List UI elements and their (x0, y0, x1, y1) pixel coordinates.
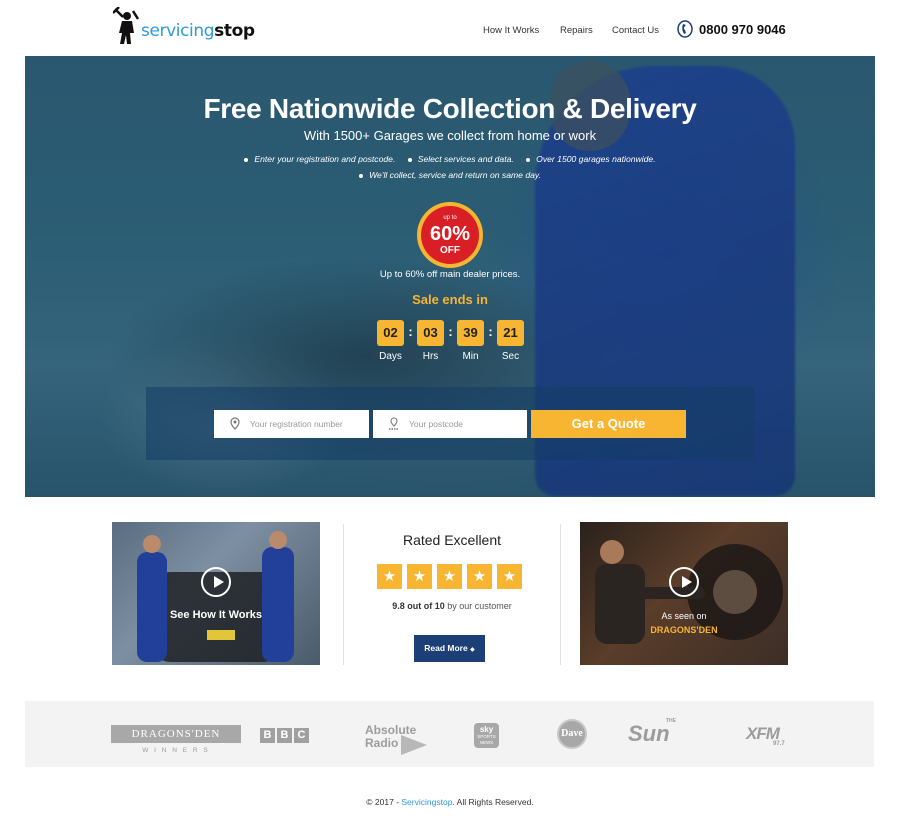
postcode-input[interactable]: Your postcode (373, 410, 527, 438)
get-quote-button[interactable]: Get a Quote (531, 410, 686, 438)
nav-repairs[interactable]: Repairs (560, 25, 593, 36)
rating-stars: ★ ★ ★ ★ ★ (377, 564, 527, 589)
postcode-placeholder: Your postcode (409, 419, 464, 429)
the-sun-logo: THE Sun (628, 718, 676, 746)
countdown-seconds: 21 Sec (497, 320, 524, 362)
press-logos-strip: DRAGONS'DEN W I N N E R S B B C Absolute… (25, 701, 874, 767)
rated-title: Rated Excellent (402, 532, 502, 548)
logo-wordmark: servicingstop (141, 21, 255, 41)
countdown-minutes-value: 39 (457, 320, 484, 346)
star-icon: ★ (437, 564, 462, 589)
see-how-it-works-caption: See How It Works (169, 609, 263, 621)
countdown-separator: : (488, 324, 493, 339)
site-header: servicingstop How It Works Repairs Conta… (0, 0, 900, 56)
how-it-works-video[interactable]: See How It Works (112, 522, 320, 665)
absolute-radio-logo: Absolute Radio (365, 723, 427, 755)
countdown-hours-label: Hrs (422, 351, 439, 362)
badge-up-to: up to (443, 215, 457, 221)
sky-sports-news-logo: sky SPORTS NEWS (474, 723, 499, 748)
nav-contact-us[interactable]: Contact Us (612, 25, 659, 36)
mechanic-logo-icon (113, 7, 139, 44)
footer-link[interactable]: Servicingstop (401, 797, 452, 807)
as-seen-on-caption: As seen on (661, 611, 707, 621)
dragons-den-caption: DRAGONS'DEN (650, 625, 718, 635)
play-icon (669, 567, 699, 597)
dave-logo: Dave (557, 719, 587, 749)
registration-input[interactable]: Your registration number (214, 410, 369, 438)
map-marker-icon (389, 417, 399, 430)
star-icon: ★ (497, 564, 522, 589)
countdown-hours-value: 03 (417, 320, 444, 346)
countdown-timer: 02 Days : 03 Hrs : 39 Min : 21 Sec (377, 320, 524, 362)
hero-section: Free Nationwide Collection & Delivery Wi… (25, 56, 875, 497)
price-note: Up to 60% off main dealer prices. (379, 269, 521, 280)
rating-score: 9.8 out of 10 by our customer (392, 601, 512, 611)
registration-placeholder: Your registration number (250, 419, 343, 429)
countdown-days: 02 Days (377, 320, 404, 362)
countdown-days-value: 02 (377, 320, 404, 346)
badge-off: OFF (440, 245, 460, 256)
bullet-item: We'll collect, service and return on sam… (359, 170, 541, 180)
countdown-hours: 03 Hrs (417, 320, 444, 362)
star-icon: ★ (467, 564, 492, 589)
countdown-days-label: Days (379, 351, 402, 362)
badge-percent: 60% (430, 223, 470, 245)
play-icon (201, 567, 231, 597)
bullet-item: Over 1500 garages nationwide. (526, 154, 656, 164)
location-pin-icon (230, 417, 240, 430)
phone-icon (677, 20, 693, 38)
hero-bullets-row-2: We'll collect, service and return on sam… (25, 170, 875, 180)
countdown-minutes: 39 Min (457, 320, 484, 362)
countdown-separator: : (408, 324, 413, 339)
hero-title: Free Nationwide Collection & Delivery (203, 93, 697, 124)
bullet-item: Enter your registration and postcode. (244, 154, 395, 164)
hero-bullets-row-1: Enter your registration and postcode. Se… (25, 154, 875, 164)
dragons-den-video[interactable]: As seen on DRAGONS'DEN (580, 522, 788, 665)
nav-how-it-works[interactable]: How It Works (483, 25, 539, 36)
phone-link[interactable]: 0800 970 9046 (677, 20, 786, 38)
phone-number: 0800 970 9046 (699, 21, 786, 37)
read-more-button[interactable]: Read More ◆ (414, 635, 485, 662)
hero-subtitle: With 1500+ Garages we collect from home … (303, 128, 597, 143)
bbc-logo: B B C (260, 728, 309, 743)
countdown-minutes-label: Min (462, 351, 479, 362)
star-icon: ★ (377, 564, 402, 589)
discount-badge: up to 60% OFF (417, 202, 483, 268)
footer-copyright: © 2017 - Servicingstop. All Rights Reser… (366, 797, 534, 807)
divider (560, 524, 561, 665)
countdown-seconds-value: 21 (497, 320, 524, 346)
bullet-item: Select services and data. (407, 154, 514, 164)
xfm-logo: XFM 97.7 (746, 724, 785, 747)
dragons-den-winners-logo: DRAGONS'DEN W I N N E R S (111, 725, 241, 754)
countdown-seconds-label: Sec (501, 351, 520, 362)
countdown-separator: : (448, 324, 453, 339)
sale-ends-label: Sale ends in (412, 292, 488, 307)
star-icon: ★ (407, 564, 432, 589)
diamond-icon: ◆ (470, 647, 475, 653)
logo[interactable]: servicingstop (113, 7, 255, 45)
